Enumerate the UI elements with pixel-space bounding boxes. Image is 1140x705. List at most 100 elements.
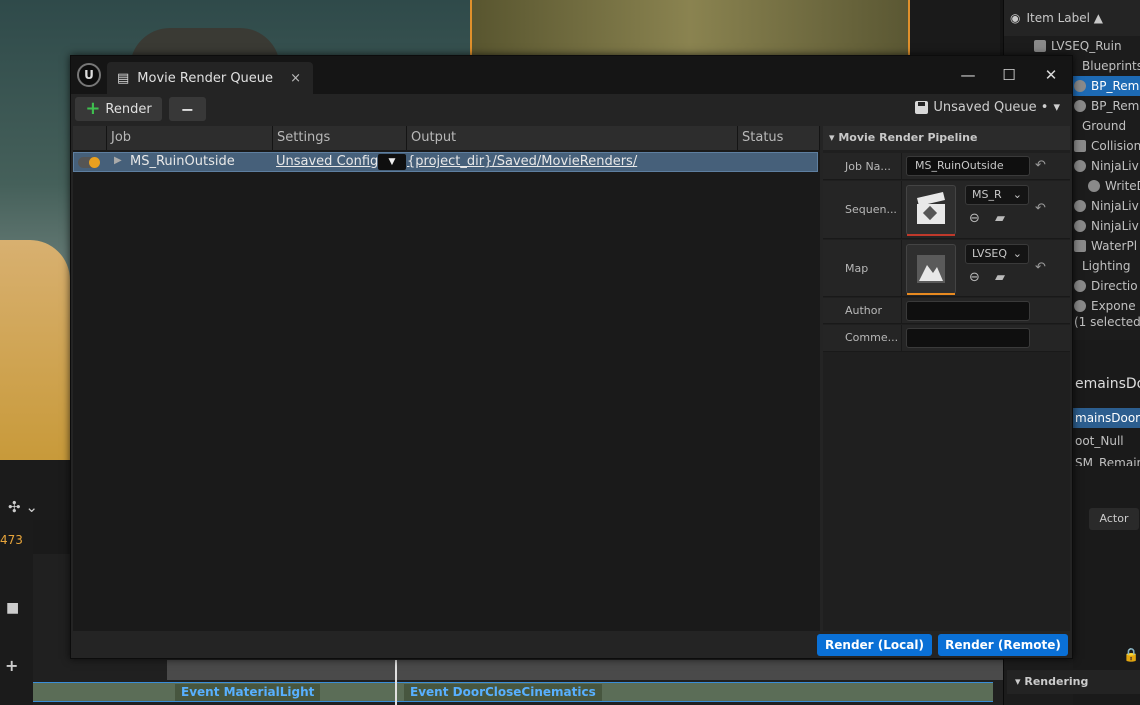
outliner-item-label: Expone xyxy=(1091,299,1136,313)
map-row: Map LVSEQ ⌄ ⊖ ▰ ↶ xyxy=(823,240,1070,297)
track-row[interactable] xyxy=(167,660,1003,680)
outliner-item-label: Blueprints xyxy=(1082,59,1140,73)
outliner-item-label: NinjaLiv xyxy=(1091,159,1139,173)
comment-row: Comme... xyxy=(823,325,1070,352)
level-icon xyxy=(1034,40,1046,52)
add-track-icon[interactable]: + xyxy=(5,656,18,675)
reset-icon[interactable]: ↶ xyxy=(1035,260,1046,275)
close-button[interactable]: ✕ xyxy=(1036,64,1066,86)
expand-arrow-icon[interactable]: ▶ xyxy=(114,155,122,166)
reset-icon[interactable]: ↶ xyxy=(1035,158,1046,173)
sequence-label: Sequen... xyxy=(845,203,897,216)
clapperboard-icon xyxy=(917,192,945,224)
sequence-thumbnail[interactable] xyxy=(906,185,956,236)
window-tab[interactable]: ▤ Movie Render Queue × xyxy=(107,62,313,94)
job-list[interactable]: Job Settings Output Status ▶ MS_RuinOuts… xyxy=(73,126,820,631)
movie-render-queue-window: U ▤ Movie Render Queue × — ☐ ✕ + Render … xyxy=(70,55,1073,659)
render-bar: Render (Local) Render (Remote) xyxy=(71,632,1072,660)
output-path-link[interactable]: {project_dir}/Saved/MovieRenders/ xyxy=(407,154,637,169)
job-name-field[interactable]: MS_RuinOutside xyxy=(906,156,1030,176)
settings-config-link[interactable]: Unsaved Config * xyxy=(276,154,389,169)
outliner-header[interactable]: ◉ Item Label ▲ xyxy=(1004,0,1140,36)
comment-field[interactable] xyxy=(906,328,1030,348)
map-thumbnail[interactable] xyxy=(906,244,956,295)
tab-close-icon[interactable]: × xyxy=(290,71,301,86)
config-dropdown-button[interactable]: ▼ xyxy=(378,154,406,170)
job-name-row: Job Na... MS_RuinOutside ↶ xyxy=(823,153,1070,180)
outliner-item-label: Directio xyxy=(1091,279,1138,293)
actor-button[interactable]: Actor xyxy=(1089,508,1139,530)
actor-icon xyxy=(1088,180,1100,192)
actor-icon xyxy=(1074,300,1086,312)
component-item[interactable]: SM_Remain xyxy=(1075,456,1140,466)
pipeline-title: Movie Render Pipeline xyxy=(838,131,978,144)
sequence-dropdown[interactable]: MS_R ⌄ xyxy=(965,185,1029,205)
author-field[interactable] xyxy=(906,301,1030,321)
outliner-item-label: WriteD xyxy=(1105,179,1140,193)
collapse-icon: ▾ xyxy=(829,131,839,144)
event-key[interactable]: Event DoorCloseCinematics xyxy=(404,684,602,701)
outliner-item-label: BP_Rem xyxy=(1091,79,1140,93)
unreal-logo-icon: U xyxy=(77,63,101,87)
column-header-output[interactable]: Output xyxy=(407,126,738,150)
outliner-item-label: NinjaLiv xyxy=(1091,199,1139,213)
column-header-status[interactable]: Status xyxy=(738,126,820,150)
column-header-settings[interactable]: Settings xyxy=(273,126,407,150)
job-name[interactable]: MS_RuinOutside xyxy=(130,154,235,169)
section-label: Rendering xyxy=(1024,675,1089,688)
render-local-button[interactable]: Render (Local) xyxy=(817,634,932,656)
outliner-column-label[interactable]: Item Label ▲ xyxy=(1026,11,1103,25)
component-item[interactable]: mainsDoor xyxy=(1073,408,1140,428)
column-header-toggle[interactable] xyxy=(73,126,107,150)
title-bar[interactable]: U ▤ Movie Render Queue × — ☐ ✕ xyxy=(71,56,1072,94)
column-header-job[interactable]: Job xyxy=(107,126,273,150)
rendering-section[interactable]: ▾ Rendering xyxy=(1007,670,1140,694)
outliner-item-label: BP_Rem xyxy=(1091,99,1140,113)
map-label: Map xyxy=(845,262,869,275)
tab-title: Movie Render Queue xyxy=(137,70,274,86)
viewport-scenery xyxy=(470,0,910,60)
use-selected-icon[interactable]: ⊖ xyxy=(969,270,980,285)
sequence-value: MS_R xyxy=(972,188,1002,201)
maximize-button[interactable]: ☐ xyxy=(994,64,1024,86)
pipeline-details-panel: ▾ Movie Render Pipeline Job Na... MS_Rui… xyxy=(823,126,1070,631)
render-label: Render xyxy=(105,101,152,117)
outliner-item[interactable]: LVSEQ_Ruin xyxy=(1004,36,1140,56)
remove-job-button[interactable]: − xyxy=(169,97,206,121)
queue-name: Unsaved Queue • xyxy=(933,100,1049,115)
pipeline-header[interactable]: ▾ Movie Render Pipeline xyxy=(823,126,1070,150)
actor-icon xyxy=(1074,220,1086,232)
map-value: LVSEQ xyxy=(972,247,1008,260)
eye-icon[interactable]: ◉ xyxy=(1010,11,1020,25)
playhead[interactable] xyxy=(395,660,397,705)
add-render-button[interactable]: + Render xyxy=(75,97,162,121)
save-icon xyxy=(915,101,929,114)
camera-icon[interactable]: ■ xyxy=(6,600,19,616)
event-track[interactable]: Event MaterialLight Event DoorCloseCinem… xyxy=(33,682,993,702)
light-icon xyxy=(1074,280,1086,292)
plus-icon: + xyxy=(85,98,101,119)
current-frame: 473 xyxy=(0,533,23,547)
component-item[interactable]: oot_Null xyxy=(1075,434,1124,448)
browse-icon[interactable]: ▰ xyxy=(995,211,1005,226)
queue-selector[interactable]: Unsaved Queue • ▾ xyxy=(915,100,1060,115)
lock-icon[interactable]: 🔒 xyxy=(1123,648,1139,663)
chevron-down-icon: ▾ xyxy=(1053,100,1060,115)
minimize-button[interactable]: — xyxy=(953,64,983,86)
browse-icon[interactable]: ▰ xyxy=(995,270,1005,285)
chevron-down-icon: ⌄ xyxy=(1012,188,1022,201)
author-label: Author xyxy=(845,304,883,317)
clapperboard-icon: ▤ xyxy=(117,70,130,86)
map-dropdown[interactable]: LVSEQ ⌄ xyxy=(965,244,1029,264)
level-icon xyxy=(917,255,945,283)
transform-icon[interactable]: ✣ ⌄ xyxy=(8,498,38,516)
render-remote-button[interactable]: Render (Remote) xyxy=(938,634,1068,656)
event-key[interactable]: Event MaterialLight xyxy=(175,684,321,701)
outliner-status: (1 selected) xyxy=(1074,315,1140,329)
viewport-dark-area xyxy=(910,0,1000,60)
actor-icon xyxy=(1074,80,1086,92)
table-row[interactable]: ▶ MS_RuinOutside Unsaved Config * ▼ {pro… xyxy=(73,152,818,172)
reset-icon[interactable]: ↶ xyxy=(1035,201,1046,216)
job-enabled-toggle[interactable] xyxy=(78,157,100,168)
use-selected-icon[interactable]: ⊖ xyxy=(969,211,980,226)
